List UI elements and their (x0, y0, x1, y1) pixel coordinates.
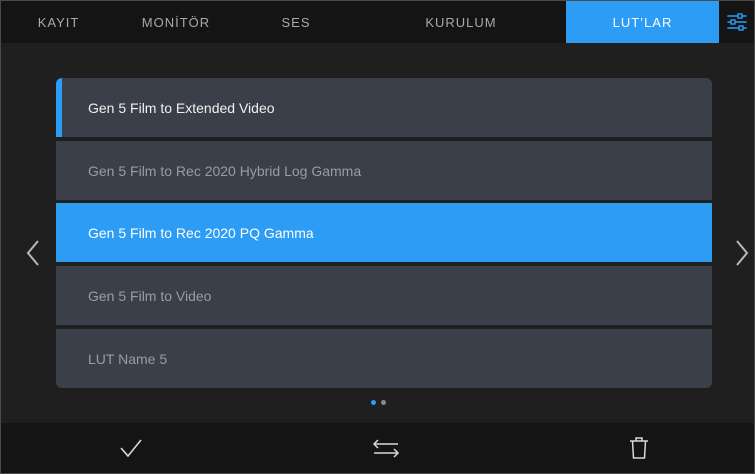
page-dot (381, 400, 386, 405)
delete-lut-button[interactable] (609, 423, 669, 473)
lut-item-label: Gen 5 Film to Rec 2020 PQ Gamma (88, 224, 314, 241)
lut-item-label: Gen 5 Film to Video (88, 287, 212, 304)
lut-item[interactable]: Gen 5 Film to Video (56, 266, 712, 325)
tab-kayit[interactable]: KAYIT (1, 1, 116, 43)
current-lut-marker (56, 78, 62, 137)
sliders-icon (726, 13, 747, 31)
tab-kurulum[interactable]: KURULUM (356, 1, 566, 43)
lut-screen: KAYIT MONİTÖR SES KURULUM LUT’LAR Gen 5 … (0, 0, 755, 474)
next-page-button[interactable] (732, 238, 752, 268)
bottom-toolbar (1, 423, 754, 473)
chevron-right-icon (736, 240, 749, 266)
trash-icon (630, 437, 648, 459)
lut-item-label: Gen 5 Film to Rec 2020 Hybrid Log Gamma (88, 162, 362, 179)
tab-ses[interactable]: SES (236, 1, 356, 43)
lut-item[interactable]: LUT Name 5 (56, 329, 712, 388)
transfer-lut-button[interactable] (356, 423, 416, 473)
tab-bar: KAYIT MONİTÖR SES KURULUM LUT’LAR (1, 1, 754, 43)
lut-item-label: Gen 5 Film to Extended Video (88, 99, 275, 116)
tab-luts[interactable]: LUT’LAR (566, 1, 719, 43)
lut-item[interactable]: Gen 5 Film to Extended Video (56, 78, 712, 137)
checkmark-icon (120, 439, 142, 458)
page-dot-active (371, 400, 376, 405)
settings-button[interactable] (719, 1, 754, 43)
lut-item[interactable]: Gen 5 Film to Rec 2020 Hybrid Log Gamma (56, 141, 712, 200)
lut-list: Gen 5 Film to Extended Video Gen 5 Film … (56, 78, 712, 388)
lut-panel: Gen 5 Film to Extended Video Gen 5 Film … (1, 43, 754, 423)
chevron-left-icon (26, 240, 39, 266)
lut-item[interactable]: Gen 5 Film to Rec 2020 PQ Gamma (56, 203, 712, 262)
lut-item-label: LUT Name 5 (88, 350, 168, 367)
swap-arrows-icon (372, 439, 400, 458)
previous-page-button[interactable] (23, 238, 43, 268)
apply-lut-button[interactable] (101, 423, 161, 473)
tab-monitor[interactable]: MONİTÖR (116, 1, 236, 43)
